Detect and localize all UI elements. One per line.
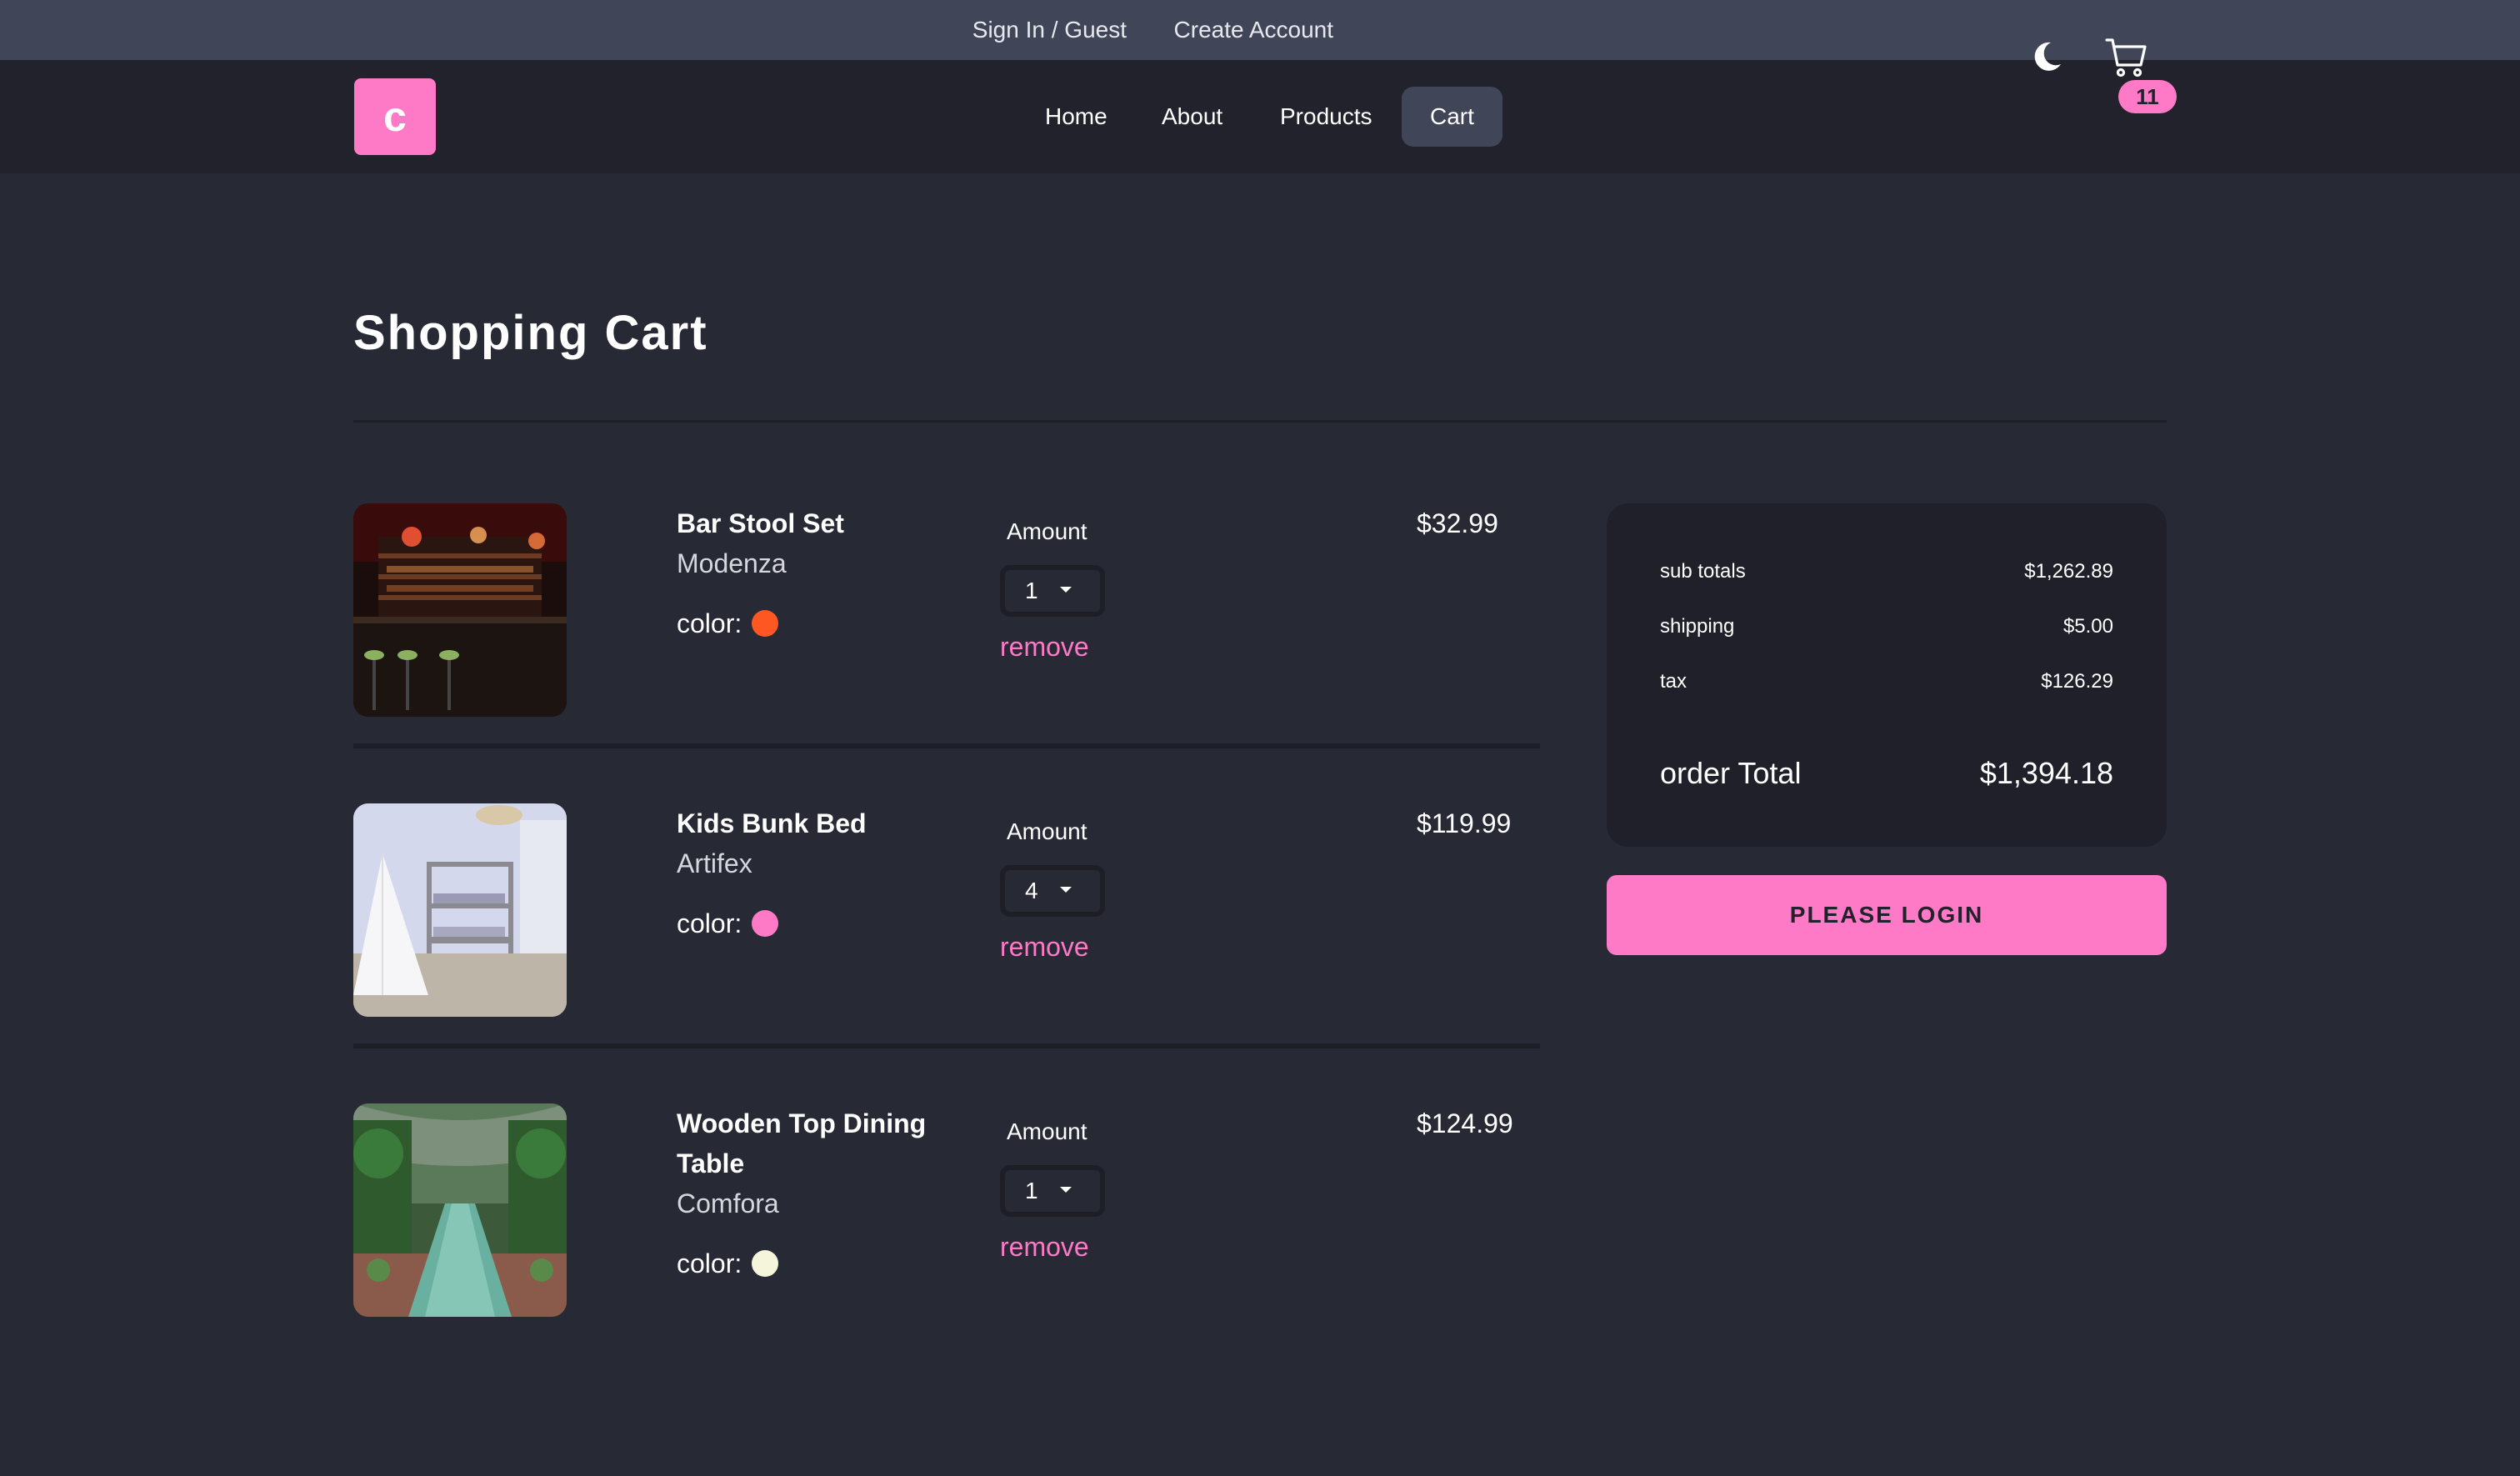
amount-value: 1 — [1025, 578, 1038, 603]
page-title: Shopping Cart — [353, 306, 708, 360]
order-summary-card: sub totals $1,262.89 shipping $5.00 tax … — [1607, 503, 2167, 847]
amount-select[interactable]: 4 — [1000, 865, 1105, 917]
product-name: Kids Bunk Bed — [677, 808, 867, 838]
bunk-bed-room-image — [353, 803, 567, 1017]
nav-products-link[interactable]: Products — [1252, 87, 1401, 147]
dining-table-garden-image — [353, 1103, 567, 1317]
sign-in-link[interactable]: Sign In / Guest — [972, 0, 1127, 60]
shipping-label: shipping — [1660, 615, 1735, 638]
item-divider — [353, 1043, 1540, 1048]
amount-label: Amount — [1007, 818, 1088, 844]
item-divider — [353, 743, 1540, 748]
product-price: $32.99 — [1417, 508, 1498, 538]
chevron-down-icon — [1060, 1187, 1072, 1193]
chevron-down-icon — [1060, 887, 1072, 893]
product-color: color: — [677, 1243, 779, 1283]
order-total-value: $1,394.18 — [1979, 756, 2113, 790]
remove-button[interactable]: remove — [1000, 1230, 1089, 1263]
create-account-link[interactable]: Create Account — [1174, 0, 1333, 60]
nav-home-link[interactable]: Home — [1017, 87, 1136, 147]
nav-about-link[interactable]: About — [1133, 87, 1251, 147]
remove-button[interactable]: remove — [1000, 930, 1089, 963]
chevron-down-icon — [1060, 587, 1072, 593]
cart-item: Bar Stool Set Modenza color: Amount 1 re… — [353, 503, 1540, 803]
remove-button[interactable]: remove — [1000, 630, 1089, 663]
product-name: Wooden Top Dining Table — [677, 1108, 927, 1178]
color-swatch — [752, 909, 779, 937]
product-image — [353, 803, 567, 1017]
product-price: $119.99 — [1417, 808, 1512, 838]
please-login-button[interactable]: PLEASE LOGIN — [1607, 875, 2167, 955]
product-name: Bar Stool Set — [677, 508, 844, 538]
product-image — [353, 503, 567, 717]
product-company: Modenza — [677, 548, 787, 578]
amount-label: Amount — [1007, 1118, 1088, 1144]
cart-icon[interactable] — [2103, 33, 2150, 80]
tax-value: $126.29 — [2041, 670, 2113, 693]
cart-item: Kids Bunk Bed Artifex color: Amount 4 re… — [353, 803, 1540, 1103]
product-price: $124.99 — [1417, 1108, 1513, 1138]
nav-cart-link[interactable]: Cart — [1402, 87, 1502, 147]
amount-label: Amount — [1007, 518, 1088, 544]
amount-value: 4 — [1025, 878, 1038, 903]
product-color: color: — [677, 603, 779, 643]
moon-icon[interactable] — [2028, 38, 2065, 75]
product-company: Comfora — [677, 1188, 779, 1218]
product-image — [353, 1103, 567, 1317]
subtotal-label: sub totals — [1660, 560, 1746, 583]
product-company: Artifex — [677, 848, 752, 878]
title-divider — [353, 420, 2167, 423]
subtotal-value: $1,262.89 — [2024, 560, 2113, 583]
color-label: color: — [677, 608, 742, 638]
color-swatch — [752, 609, 779, 637]
shipping-value: $5.00 — [2062, 615, 2113, 638]
color-label: color: — [677, 1248, 742, 1278]
color-label: color: — [677, 908, 742, 938]
color-swatch — [752, 1249, 779, 1277]
amount-value: 1 — [1025, 1178, 1038, 1203]
order-total-label: order Total — [1660, 756, 1802, 790]
amount-select[interactable]: 1 — [1000, 565, 1105, 617]
logo-button[interactable]: c — [354, 78, 436, 155]
amount-select[interactable]: 1 — [1000, 1165, 1105, 1217]
tax-label: tax — [1660, 670, 1688, 693]
product-color: color: — [677, 903, 779, 943]
cart-count-badge: 11 — [2118, 80, 2177, 113]
cart-item: Wooden Top Dining Table Comfora color: A… — [353, 1103, 1540, 1403]
bar-scene-image — [353, 503, 567, 717]
